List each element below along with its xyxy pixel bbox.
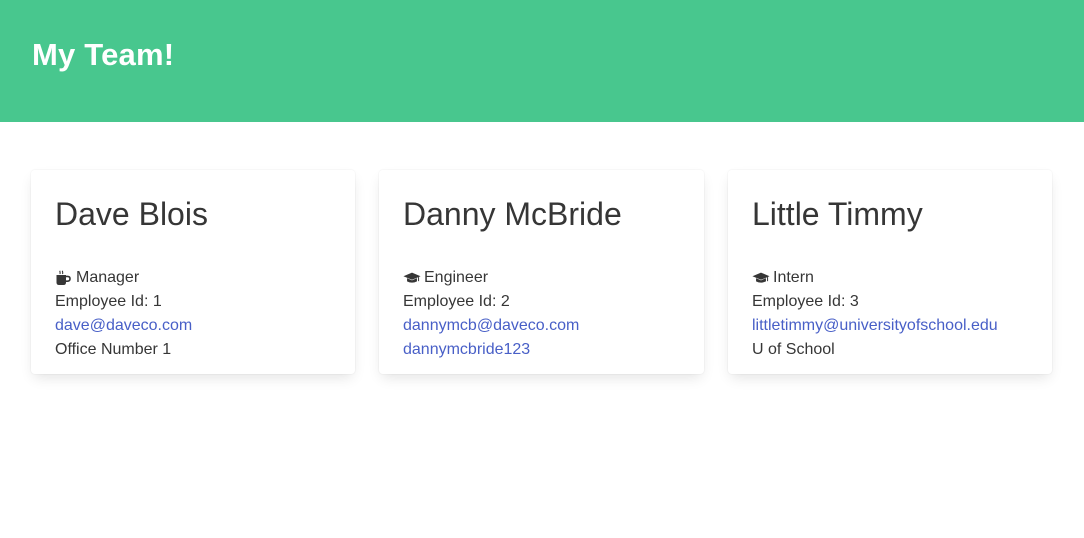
employee-name: Dave Blois <box>55 196 208 232</box>
employee-email-row: dave@daveco.com <box>55 314 331 338</box>
employee-name: Danny McBride <box>403 196 622 232</box>
employee-id: Employee Id: 1 <box>55 293 162 310</box>
employee-school: U of School <box>752 341 835 358</box>
employee-role: Intern <box>752 266 1028 290</box>
employee-info: Intern Employee Id: 3 littletimmy@univer… <box>752 266 1028 362</box>
employee-role: Manager <box>55 266 331 290</box>
employee-email-link[interactable]: dannymcb@daveco.com <box>403 317 579 334</box>
coffee-mug-icon <box>55 270 73 286</box>
employee-name: Little Timmy <box>752 196 923 232</box>
employee-card-intern: Little Timmy Intern Employee Id: 3 littl… <box>728 170 1052 374</box>
employee-card-manager: Dave Blois Manager Employee Id: 1 dave@d… <box>31 170 355 374</box>
employee-office-number: Office Number 1 <box>55 341 172 358</box>
page-header: My Team! <box>0 0 1084 122</box>
employee-role-label: Manager <box>76 269 140 286</box>
employee-info: Engineer Employee Id: 2 dannymcb@daveco.… <box>403 266 680 362</box>
graduation-cap-icon <box>752 270 770 286</box>
employee-github-row: dannymcbride123 <box>403 338 680 362</box>
employee-github-link[interactable]: dannymcbride123 <box>403 341 530 358</box>
employee-info: Manager Employee Id: 1 dave@daveco.com O… <box>55 266 331 362</box>
team-cards: Dave Blois Manager Employee Id: 1 dave@d… <box>0 122 1084 538</box>
employee-role-label: Engineer <box>424 269 489 286</box>
employee-email-link[interactable]: littletimmy@universityofschool.edu <box>752 317 998 334</box>
page-title: My Team! <box>32 37 175 72</box>
employee-role: Engineer <box>403 266 680 290</box>
employee-id: Employee Id: 2 <box>403 293 510 310</box>
employee-email-row: littletimmy@universityofschool.edu <box>752 314 1028 338</box>
employee-email-row: dannymcb@daveco.com <box>403 314 680 338</box>
employee-id: Employee Id: 3 <box>752 293 859 310</box>
employee-role-label: Intern <box>773 269 814 286</box>
employee-card-engineer: Danny McBride Engineer Employee Id: 2 da… <box>379 170 704 374</box>
graduation-cap-icon <box>403 270 421 286</box>
employee-email-link[interactable]: dave@daveco.com <box>55 317 192 334</box>
